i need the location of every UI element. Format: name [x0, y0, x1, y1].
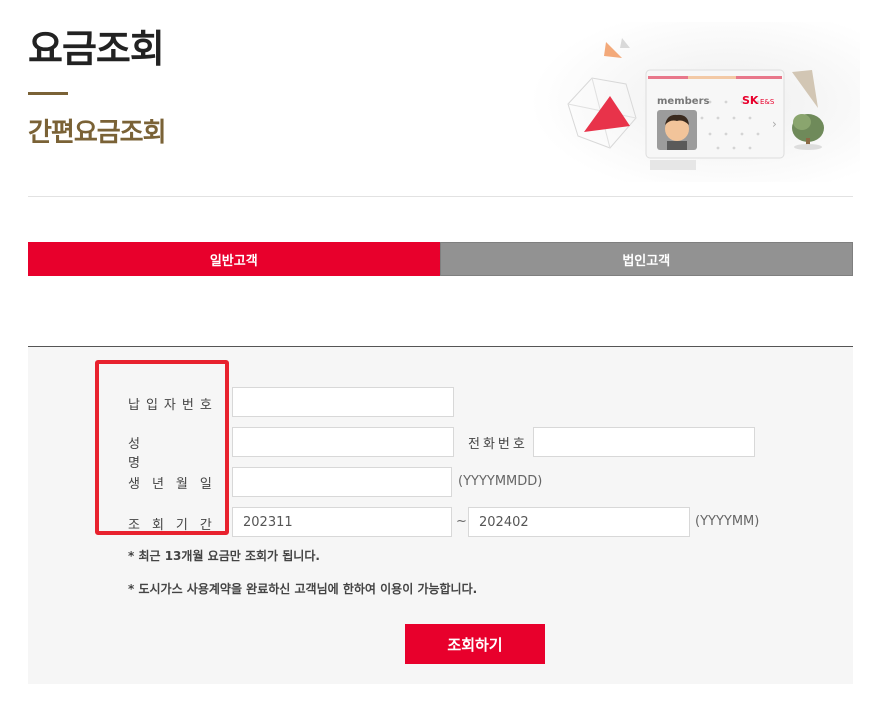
tab-corporate-customer[interactable]: 법인고객 [439, 242, 853, 276]
tab-general-customer[interactable]: 일반고객 [28, 242, 440, 276]
name-input[interactable] [232, 427, 454, 457]
page-title: 요금조회 [28, 27, 165, 71]
card-members-label: members [657, 96, 709, 107]
hero-illustration: members SK E&S › [530, 22, 860, 182]
avatar-icon [657, 110, 697, 150]
phone-label: 전화번호 [468, 437, 528, 452]
note-13-months: * 최근 13개월 요금만 조회가 됩니다. [128, 549, 320, 563]
period-separator: ~ [456, 514, 467, 529]
phone-input[interactable] [533, 427, 755, 457]
period-to-input[interactable] [468, 507, 690, 537]
page-subtitle: 간편요금조회 [28, 118, 167, 148]
inquiry-submit-button[interactable]: 조회하기 [405, 624, 545, 664]
name-label: 성명 [128, 433, 228, 471]
birthdate-label-text: 생년월일 [128, 477, 224, 492]
chevron-right-icon: › [772, 117, 777, 131]
payer-number-label: 납입자번호 [128, 394, 220, 413]
customer-type-tabs: 일반고객 법인고객 [28, 242, 853, 276]
birthdate-input[interactable] [232, 467, 452, 497]
period-label: 조회기간 [128, 514, 224, 533]
period-label-text: 조회기간 [128, 518, 224, 533]
period-format-hint: (YYYYMM) [695, 514, 760, 529]
name-label-text: 성명 [128, 437, 214, 471]
period-from-input[interactable] [232, 507, 452, 537]
birthdate-format-hint: (YYYYMMDD) [458, 474, 543, 489]
title-divider [28, 92, 68, 95]
payer-number-label-text: 납입자번호 [128, 398, 218, 413]
card-brand-sub: E&S [760, 98, 775, 106]
header-divider [28, 196, 853, 197]
card-brand-logo: SK [742, 94, 759, 107]
note-contract-required: * 도시가스 사용계약을 완료하신 고객님에 한하여 이용이 가능합니다. [128, 582, 478, 596]
payer-number-input[interactable] [232, 387, 454, 417]
birthdate-label: 생년월일 [128, 473, 224, 492]
